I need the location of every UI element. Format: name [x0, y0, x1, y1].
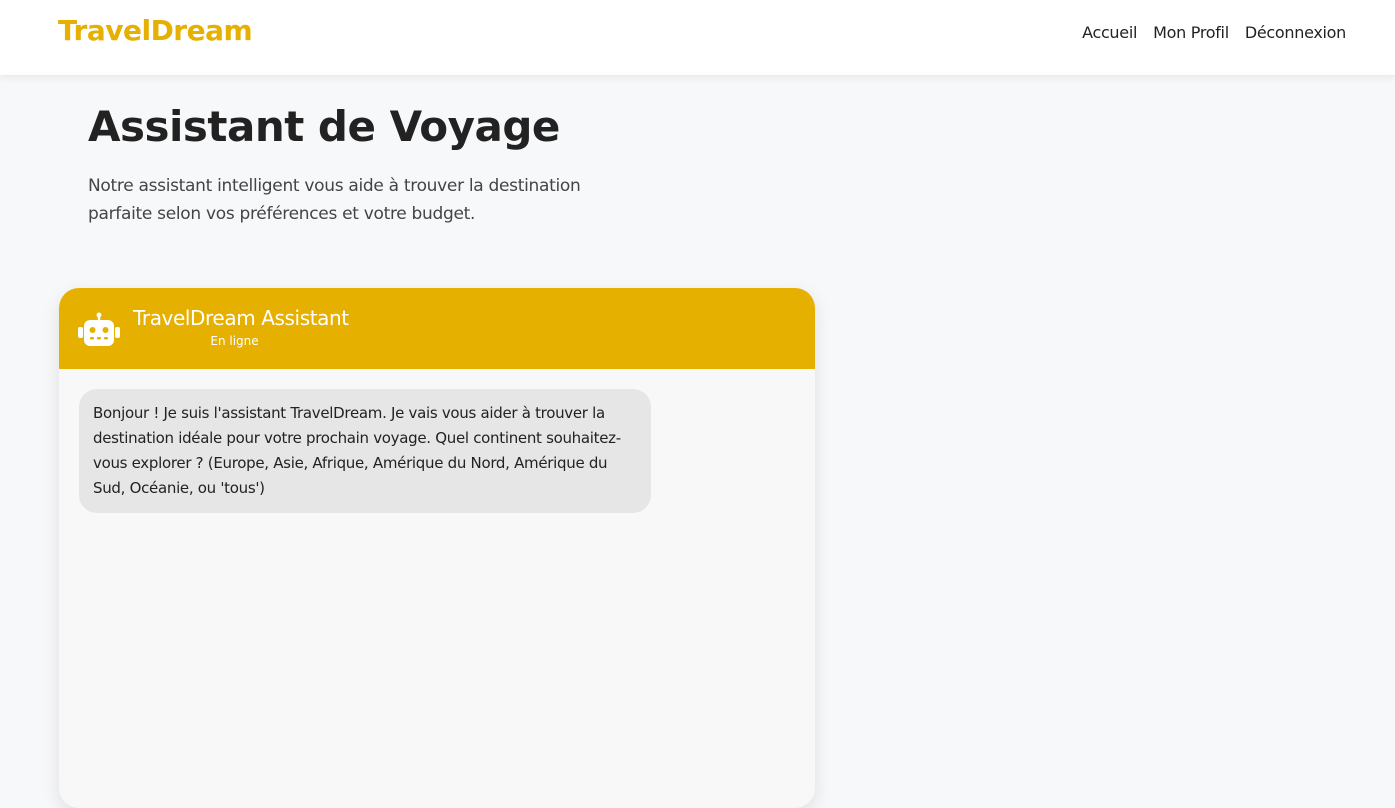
top-navbar: TravelDream Accueil Mon Profil Déconnexi…: [0, 0, 1395, 75]
assistant-name: TravelDream Assistant: [133, 306, 349, 330]
page-subtitle: Notre assistant intelligent vous aide à …: [88, 176, 581, 224]
chat-window: TravelDream Assistant En ligne Bonjour !…: [59, 288, 815, 808]
robot-icon: [78, 312, 120, 348]
chat-messages: Bonjour ! Je suis l'assistant TravelDrea…: [59, 369, 815, 808]
assistant-message: Bonjour ! Je suis l'assistant TravelDrea…: [79, 389, 651, 513]
nav-link-deconnexion[interactable]: Déconnexion: [1245, 23, 1346, 42]
nav-links: Accueil Mon Profil Déconnexion: [1082, 23, 1346, 42]
page-title: Assistant de Voyage: [88, 102, 560, 151]
brand-logo[interactable]: TravelDream: [58, 14, 253, 47]
nav-link-mon-profil[interactable]: Mon Profil: [1153, 23, 1229, 42]
chat-header: TravelDream Assistant En ligne: [59, 288, 815, 369]
assistant-status: En ligne: [210, 334, 259, 348]
nav-link-accueil[interactable]: Accueil: [1082, 23, 1137, 42]
